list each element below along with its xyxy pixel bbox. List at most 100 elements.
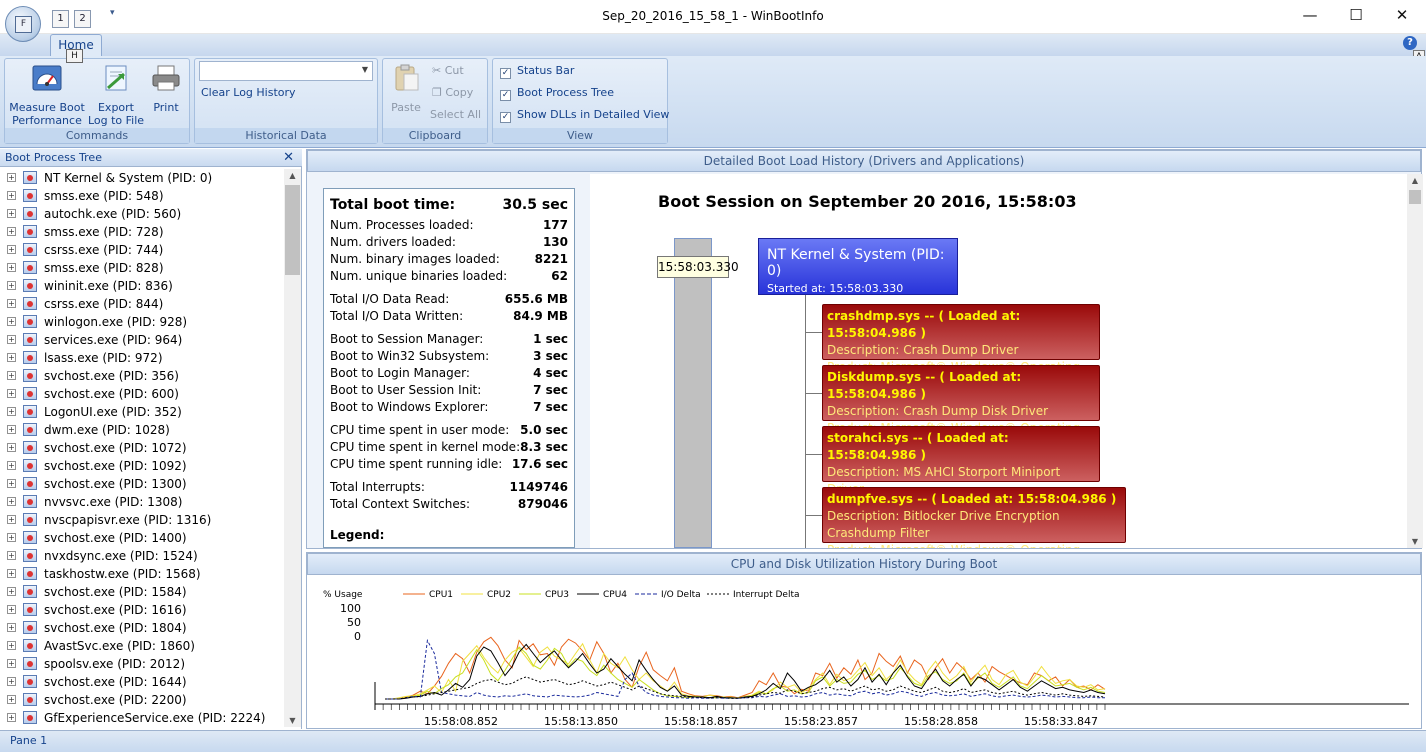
expand-icon[interactable]: +: [7, 461, 16, 470]
expand-icon[interactable]: +: [7, 569, 16, 578]
canvas-scrollbar[interactable]: ▲ ▼: [1407, 174, 1423, 548]
close-pane-icon[interactable]: ✕: [283, 149, 294, 167]
expand-icon[interactable]: +: [7, 551, 16, 560]
expand-icon[interactable]: +: [7, 245, 16, 254]
expand-icon[interactable]: +: [7, 227, 16, 236]
stat-value: 3 sec: [533, 349, 568, 363]
expand-icon[interactable]: +: [7, 515, 16, 524]
expand-icon[interactable]: +: [7, 659, 16, 668]
expand-icon[interactable]: +: [7, 497, 16, 506]
tree-item[interactable]: + svchost.exe (PID: 1092): [0, 457, 284, 475]
print-button[interactable]: Print: [146, 60, 186, 114]
help-icon[interactable]: ?: [1403, 36, 1417, 50]
driver-node[interactable]: Diskdump.sys -- ( Loaded at: 15:58:04.98…: [822, 365, 1100, 452]
tree-item[interactable]: + lsass.exe (PID: 972): [0, 349, 284, 367]
driver-node[interactable]: storahci.sys -- ( Loaded at: 15:58:04.98…: [822, 426, 1100, 530]
tree-item-label: lsass.exe (PID: 972): [44, 351, 163, 365]
tree-item[interactable]: + services.exe (PID: 964): [0, 331, 284, 349]
tree-item[interactable]: + svchost.exe (PID: 356): [0, 367, 284, 385]
tree-item[interactable]: + GfExperienceService.exe (PID: 2224): [0, 709, 284, 727]
tree-item[interactable]: + NT Kernel & System (PID: 0): [0, 169, 284, 187]
expand-icon[interactable]: +: [7, 191, 16, 200]
expand-icon[interactable]: +: [7, 281, 16, 290]
scroll-down-icon[interactable]: ▼: [1407, 537, 1423, 546]
tree-item[interactable]: + dwm.exe (PID: 1028): [0, 421, 284, 439]
expand-icon[interactable]: +: [7, 173, 16, 182]
tree-item[interactable]: + smss.exe (PID: 828): [0, 259, 284, 277]
measure-boot-button[interactable]: Measure Boot Performance: [8, 60, 86, 127]
show-dlls-checkbox[interactable]: ✓ Show DLLs in Detailed View: [500, 106, 669, 124]
stat-label: Num. drivers loaded:: [330, 235, 456, 249]
tree-item[interactable]: + nvscpapisvr.exe (PID: 1316): [0, 511, 284, 529]
tree-item[interactable]: + LogonUI.exe (PID: 352): [0, 403, 284, 421]
expand-icon[interactable]: +: [7, 299, 16, 308]
log-history-combo[interactable]: ▼: [199, 61, 373, 81]
expand-icon[interactable]: +: [7, 317, 16, 326]
tree-item[interactable]: + AvastSvc.exe (PID: 1860): [0, 637, 284, 655]
cut-button[interactable]: ✂ Cut: [432, 62, 464, 80]
copy-button[interactable]: ❐ Copy: [432, 84, 473, 102]
expand-icon[interactable]: +: [7, 713, 16, 722]
application-menu-button[interactable]: F: [5, 6, 41, 42]
scroll-up-icon[interactable]: ▲: [1407, 176, 1423, 185]
process-icon: [23, 531, 37, 544]
tree-item[interactable]: + spoolsv.exe (PID: 2012): [0, 655, 284, 673]
maximize-button[interactable]: ☐: [1333, 0, 1379, 32]
expand-icon[interactable]: +: [7, 335, 16, 344]
expand-icon[interactable]: +: [7, 605, 16, 614]
stat-row: Total I/O Data Written: 84.9 MB: [330, 308, 568, 325]
expand-icon[interactable]: +: [7, 209, 16, 218]
expand-icon[interactable]: +: [7, 371, 16, 380]
tree-item[interactable]: + csrss.exe (PID: 744): [0, 241, 284, 259]
expand-icon[interactable]: +: [7, 263, 16, 272]
expand-icon[interactable]: +: [7, 353, 16, 362]
tree-item[interactable]: + smss.exe (PID: 728): [0, 223, 284, 241]
tree-scrollbar-thumb[interactable]: [285, 185, 300, 275]
expand-icon[interactable]: +: [7, 425, 16, 434]
expand-icon[interactable]: +: [7, 623, 16, 632]
driver-node[interactable]: dumpfve.sys -- ( Loaded at: 15:58:04.986…: [822, 487, 1126, 548]
expand-icon[interactable]: +: [7, 443, 16, 452]
tree-item[interactable]: + svchost.exe (PID: 2200): [0, 691, 284, 709]
select-all-button[interactable]: Select All: [430, 106, 481, 124]
driver-desc: Description: Crash Dump Disk Driver: [827, 404, 1049, 418]
tree-item[interactable]: + wininit.exe (PID: 836): [0, 277, 284, 295]
y-tick-label: 0: [354, 630, 361, 643]
tree-item[interactable]: + svchost.exe (PID: 1400): [0, 529, 284, 547]
driver-node[interactable]: crashdmp.sys -- ( Loaded at: 15:58:04.98…: [822, 304, 1100, 391]
scroll-up-icon[interactable]: ▲: [284, 171, 301, 180]
tree-item[interactable]: + svchost.exe (PID: 1616): [0, 601, 284, 619]
tree-item[interactable]: + csrss.exe (PID: 844): [0, 295, 284, 313]
expand-icon[interactable]: +: [7, 677, 16, 686]
expand-icon[interactable]: +: [7, 641, 16, 650]
close-button[interactable]: ✕: [1379, 0, 1425, 32]
expand-icon[interactable]: +: [7, 479, 16, 488]
tree-item[interactable]: + svchost.exe (PID: 1644): [0, 673, 284, 691]
expand-icon[interactable]: +: [7, 587, 16, 596]
clear-log-history-button[interactable]: Clear Log History: [201, 84, 296, 102]
status-bar-checkbox[interactable]: ✓ Status Bar: [500, 62, 574, 80]
expand-icon[interactable]: +: [7, 407, 16, 416]
tree-item[interactable]: + svchost.exe (PID: 1072): [0, 439, 284, 457]
tree-item[interactable]: + svchost.exe (PID: 600): [0, 385, 284, 403]
nt-kernel-node[interactable]: NT Kernel & System (PID: 0) Started at: …: [758, 238, 958, 295]
tree-item[interactable]: + svchost.exe (PID: 1804): [0, 619, 284, 637]
process-icon: [23, 441, 37, 454]
tree-item[interactable]: + smss.exe (PID: 548): [0, 187, 284, 205]
tree-item[interactable]: + taskhostw.exe (PID: 1568): [0, 565, 284, 583]
tree-item[interactable]: + nvvsvc.exe (PID: 1308): [0, 493, 284, 511]
tree-item[interactable]: + nvxdsync.exe (PID: 1524): [0, 547, 284, 565]
minimize-button[interactable]: —: [1287, 0, 1333, 32]
tree-item[interactable]: + svchost.exe (PID: 1584): [0, 583, 284, 601]
tree-item[interactable]: + winlogon.exe (PID: 928): [0, 313, 284, 331]
boot-tree-checkbox[interactable]: ✓ Boot Process Tree: [500, 84, 614, 102]
paste-button[interactable]: Paste: [386, 60, 426, 114]
expand-icon[interactable]: +: [7, 533, 16, 542]
tree-item[interactable]: + autochk.exe (PID: 560): [0, 205, 284, 223]
canvas-scrollbar-thumb[interactable]: [1409, 190, 1421, 204]
export-log-button[interactable]: Export Log to File: [86, 60, 146, 127]
tree-item[interactable]: + svchost.exe (PID: 1300): [0, 475, 284, 493]
scroll-down-icon[interactable]: ▼: [284, 716, 301, 725]
expand-icon[interactable]: +: [7, 389, 16, 398]
expand-icon[interactable]: +: [7, 695, 16, 704]
